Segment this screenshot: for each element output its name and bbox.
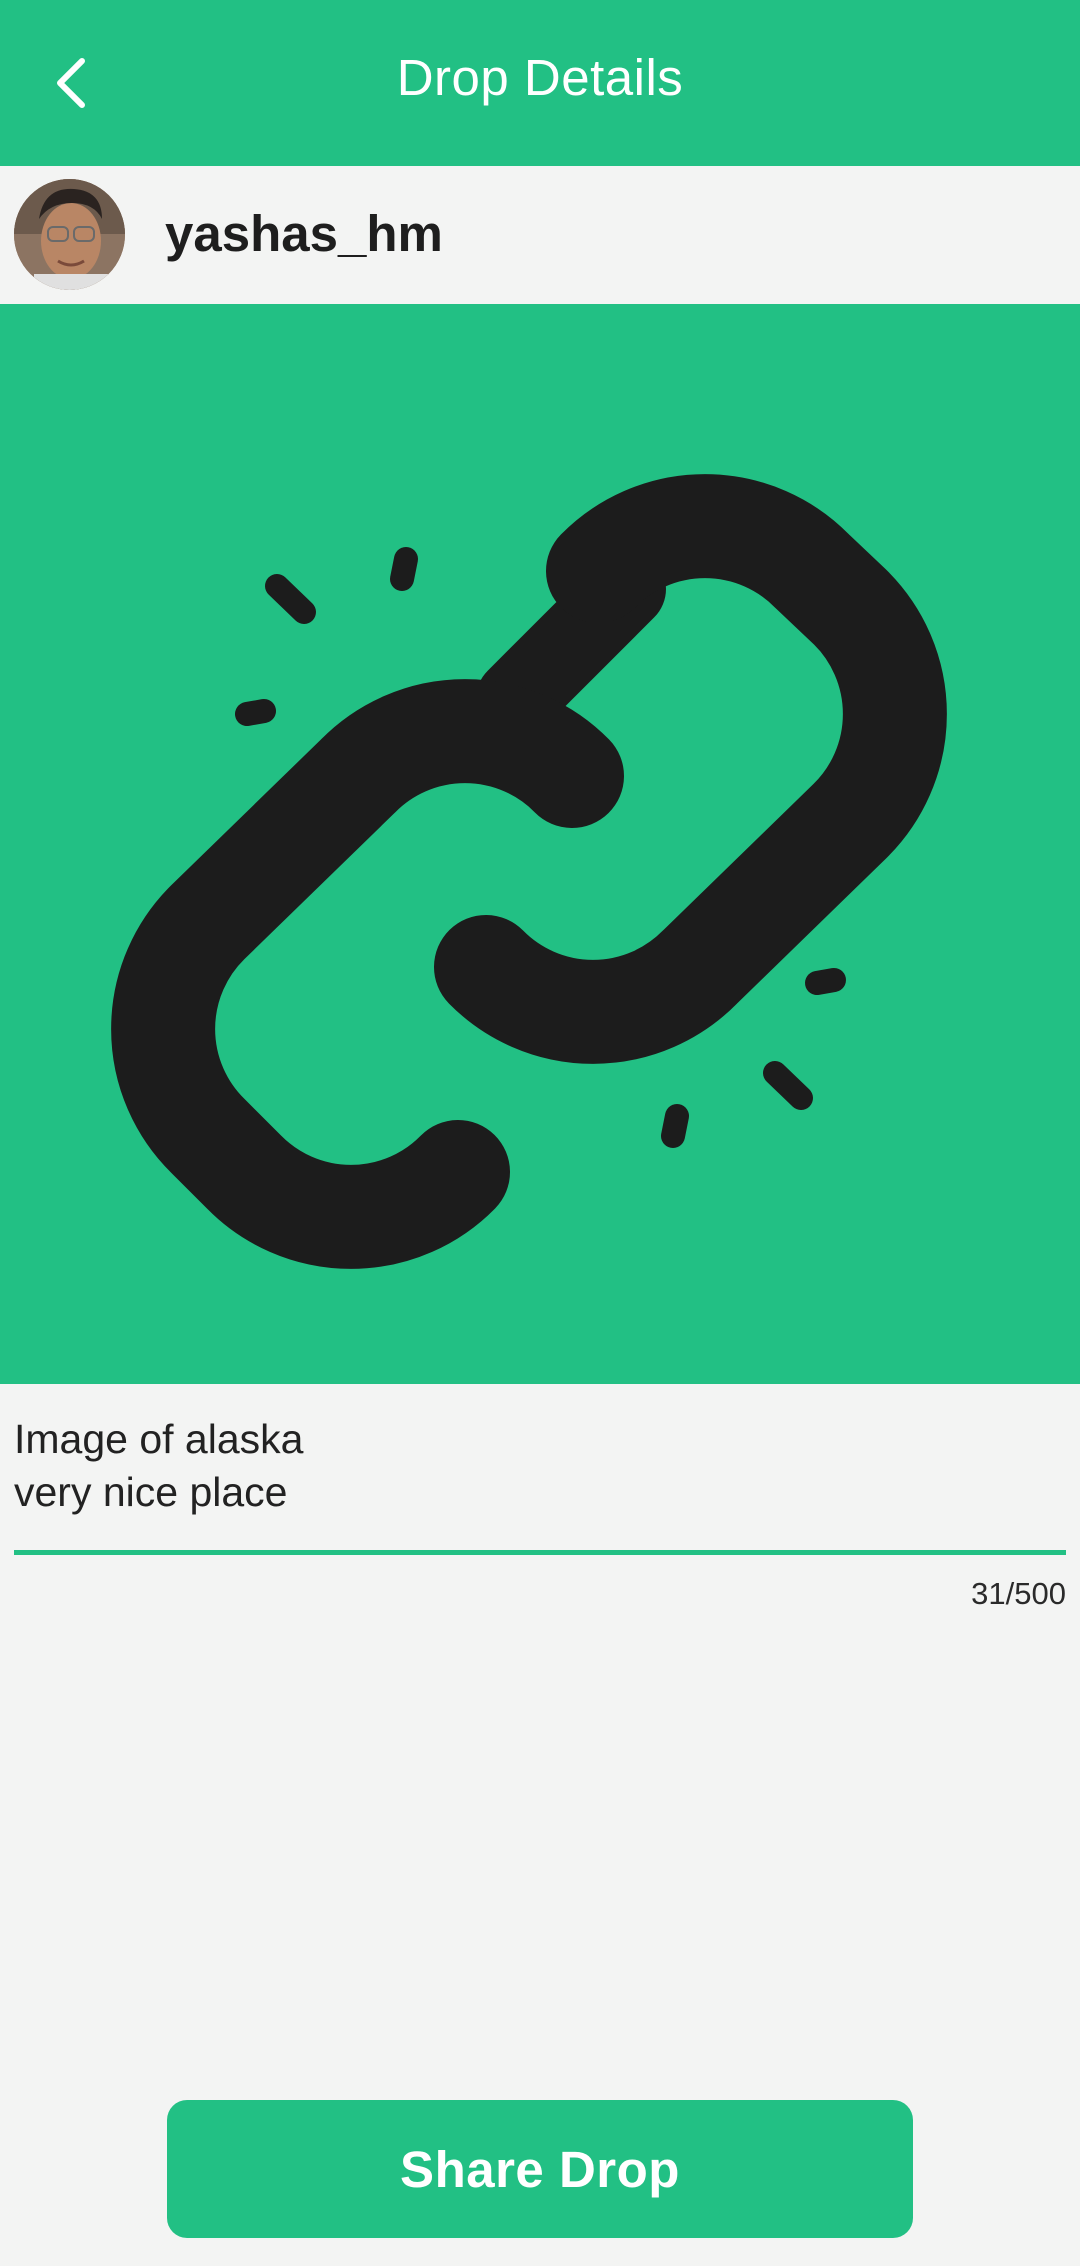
description-line: very nice place: [14, 1469, 288, 1515]
link-icon: [111, 474, 947, 1269]
drop-image: [0, 304, 1080, 1384]
user-row: yashas_hm: [0, 166, 1080, 304]
share-drop-label: Share Drop: [400, 2140, 680, 2198]
avatar-image: [14, 179, 125, 290]
page-title: Drop Details: [396, 49, 684, 106]
app-bar: Drop Details: [0, 0, 1080, 166]
avatar[interactable]: [14, 179, 125, 290]
description-underline: [14, 1550, 1066, 1555]
description-line: Image of alaska: [14, 1416, 304, 1462]
share-drop-button[interactable]: Share Drop: [167, 2100, 913, 2238]
description-field[interactable]: Image of alaska very nice place: [14, 1413, 1066, 1519]
character-counter: 31/500: [971, 1576, 1066, 1611]
username: yashas_hm: [165, 205, 443, 262]
